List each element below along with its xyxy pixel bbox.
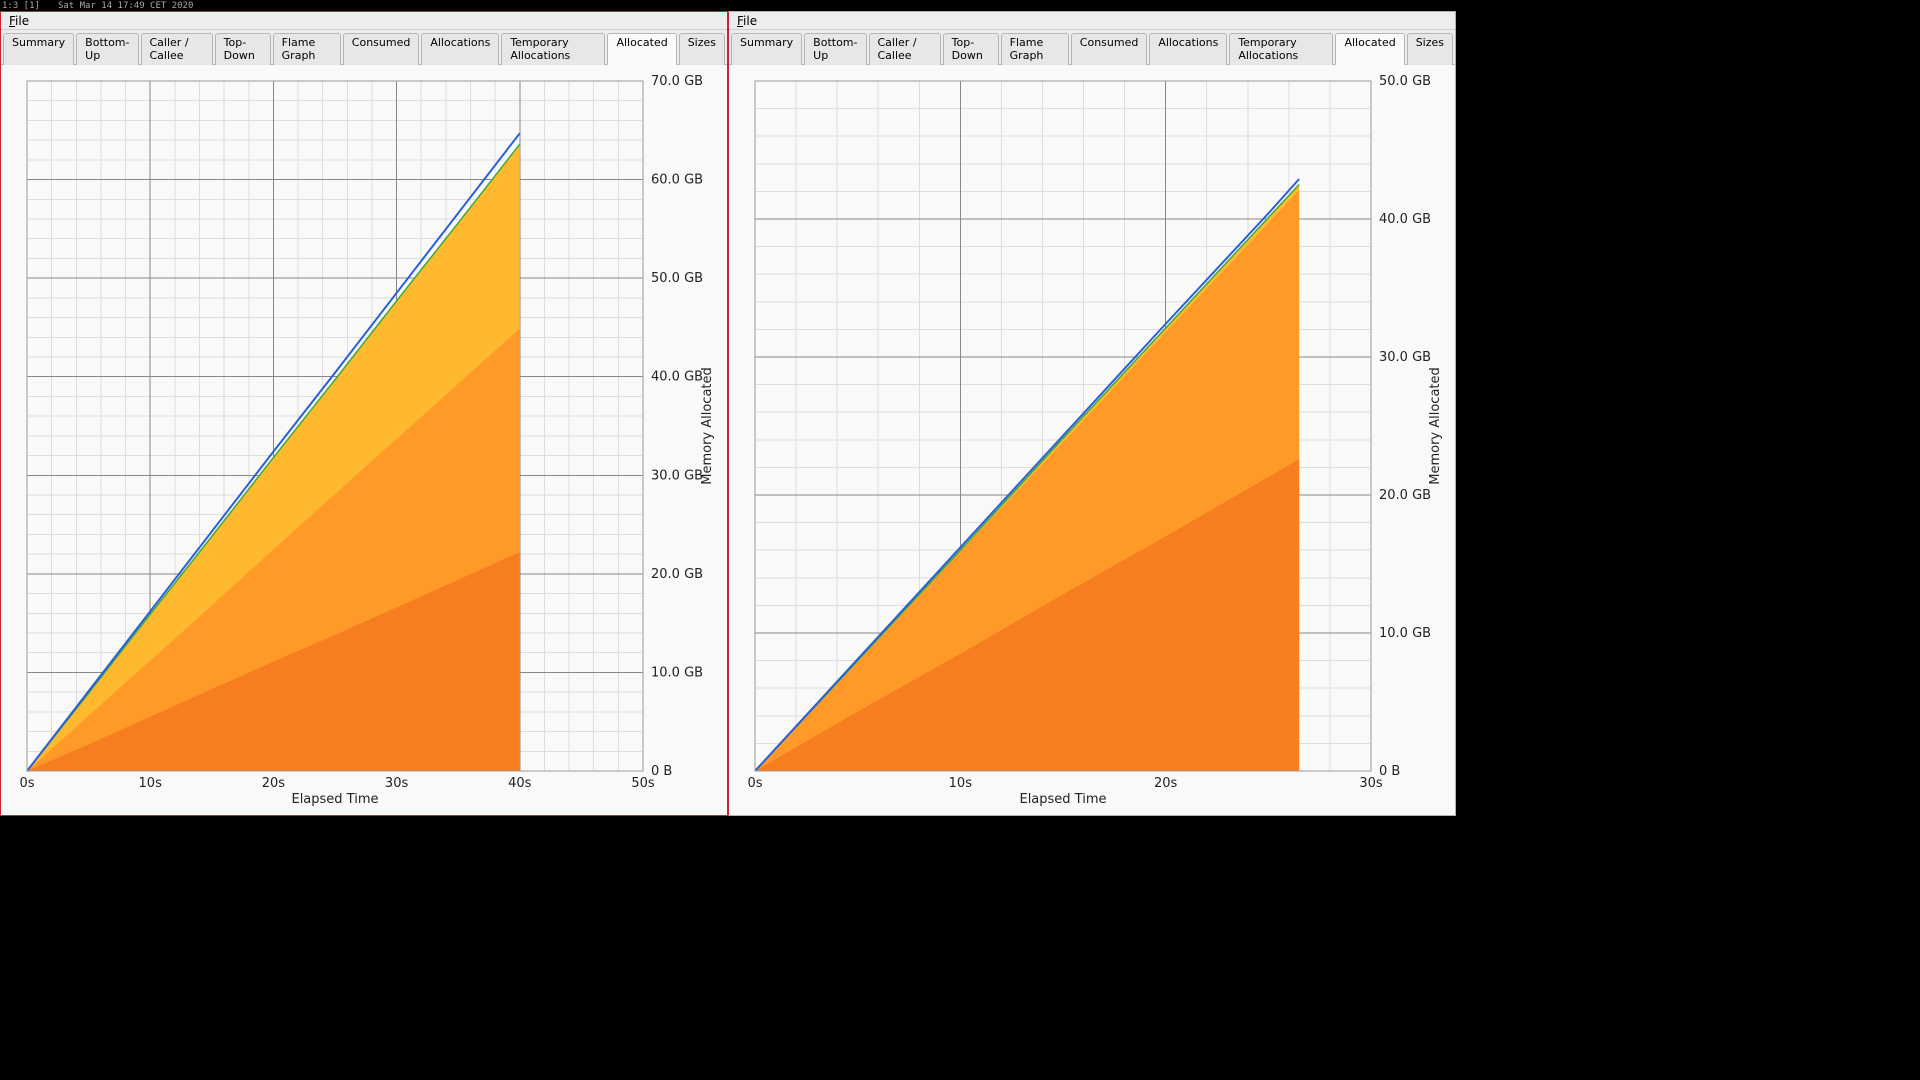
menubar: File bbox=[729, 12, 1455, 30]
svg-text:20s: 20s bbox=[262, 776, 286, 791]
svg-text:40.0 GB: 40.0 GB bbox=[651, 370, 703, 385]
menubar: File bbox=[1, 12, 727, 30]
tab-bottomup[interactable]: Bottom-Up bbox=[76, 33, 138, 65]
svg-text:20.0 GB: 20.0 GB bbox=[1379, 488, 1431, 503]
tab-allocated[interactable]: Allocated bbox=[1335, 33, 1404, 65]
svg-text:40.0 GB: 40.0 GB bbox=[1379, 212, 1431, 227]
right-pane: File SummaryBottom-UpCaller / CalleeTop-… bbox=[728, 11, 1456, 816]
clock-text: Sat Mar 14 17:49 CET 2020 bbox=[58, 1, 193, 11]
workspace-indicator: 1:3 [1] bbox=[2, 1, 40, 11]
svg-text:60.0 GB: 60.0 GB bbox=[651, 173, 703, 188]
tab-tmpalloc[interactable]: Temporary Allocations bbox=[1229, 33, 1333, 65]
tab-caller[interactable]: Caller / Callee bbox=[141, 33, 213, 65]
svg-text:20s: 20s bbox=[1154, 776, 1178, 791]
svg-text:0s: 0s bbox=[19, 776, 34, 791]
svg-text:Memory Allocated: Memory Allocated bbox=[1428, 367, 1443, 485]
svg-text:10s: 10s bbox=[949, 776, 973, 791]
svg-text:0 B: 0 B bbox=[651, 764, 672, 779]
tab-flame[interactable]: Flame Graph bbox=[1001, 33, 1069, 65]
tab-bottomup[interactable]: Bottom-Up bbox=[804, 33, 866, 65]
tab-summary[interactable]: Summary bbox=[731, 33, 802, 65]
svg-text:10.0 GB: 10.0 GB bbox=[1379, 626, 1431, 641]
svg-text:Memory Allocated: Memory Allocated bbox=[700, 367, 715, 485]
tab-bar-left: SummaryBottom-UpCaller / CalleeTop-DownF… bbox=[1, 30, 727, 65]
window-manager-bar: 1:3 [1] Sat Mar 14 17:49 CET 2020 bbox=[0, 0, 1456, 11]
tab-flame[interactable]: Flame Graph bbox=[273, 33, 341, 65]
svg-text:0 B: 0 B bbox=[1379, 764, 1400, 779]
allocated-chart-left[interactable]: 0s10s20s30s40s50s0 B10.0 GB20.0 GB30.0 G… bbox=[7, 71, 721, 809]
tab-allocs[interactable]: Allocations bbox=[421, 33, 499, 65]
svg-text:0s: 0s bbox=[747, 776, 762, 791]
svg-text:70.0 GB: 70.0 GB bbox=[651, 74, 703, 89]
svg-text:30.0 GB: 30.0 GB bbox=[651, 468, 703, 483]
svg-text:50.0 GB: 50.0 GB bbox=[1379, 74, 1431, 89]
svg-text:20.0 GB: 20.0 GB bbox=[651, 567, 703, 582]
svg-text:30s: 30s bbox=[385, 776, 409, 791]
svg-text:10s: 10s bbox=[139, 776, 163, 791]
left-pane: File SummaryBottom-UpCaller / CalleeTop-… bbox=[0, 11, 728, 816]
tab-sizes[interactable]: Sizes bbox=[679, 33, 725, 65]
tab-topdown[interactable]: Top-Down bbox=[943, 33, 999, 65]
chart-area-left: 0s10s20s30s40s50s0 B10.0 GB20.0 GB30.0 G… bbox=[1, 65, 727, 815]
menu-file[interactable]: File bbox=[729, 13, 765, 29]
tab-topdown[interactable]: Top-Down bbox=[215, 33, 271, 65]
svg-text:50.0 GB: 50.0 GB bbox=[651, 271, 703, 286]
tab-consumed[interactable]: Consumed bbox=[343, 33, 420, 65]
svg-text:30.0 GB: 30.0 GB bbox=[1379, 350, 1431, 365]
tab-consumed[interactable]: Consumed bbox=[1071, 33, 1148, 65]
svg-text:Elapsed Time: Elapsed Time bbox=[291, 792, 378, 807]
chart-area-right: 0s10s20s30s0 B10.0 GB20.0 GB30.0 GB40.0 … bbox=[729, 65, 1455, 815]
menu-file[interactable]: File bbox=[1, 13, 37, 29]
tab-sizes[interactable]: Sizes bbox=[1407, 33, 1453, 65]
tab-bar-right: SummaryBottom-UpCaller / CalleeTop-DownF… bbox=[729, 30, 1455, 65]
tab-caller[interactable]: Caller / Callee bbox=[869, 33, 941, 65]
tab-summary[interactable]: Summary bbox=[3, 33, 74, 65]
svg-text:Elapsed Time: Elapsed Time bbox=[1019, 792, 1106, 807]
svg-text:40s: 40s bbox=[508, 776, 532, 791]
tab-allocated[interactable]: Allocated bbox=[607, 33, 676, 65]
svg-text:10.0 GB: 10.0 GB bbox=[651, 665, 703, 680]
tab-tmpalloc[interactable]: Temporary Allocations bbox=[501, 33, 605, 65]
allocated-chart-right[interactable]: 0s10s20s30s0 B10.0 GB20.0 GB30.0 GB40.0 … bbox=[735, 71, 1449, 809]
tab-allocs[interactable]: Allocations bbox=[1149, 33, 1227, 65]
